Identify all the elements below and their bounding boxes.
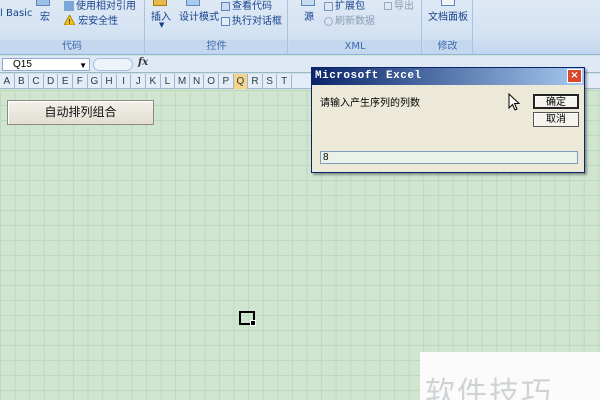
macro-security-button[interactable]: ! 宏安全性 [63, 12, 119, 28]
xml-source-icon [301, 0, 315, 6]
warning-icon: ! [63, 13, 76, 28]
group-label-code: 代码 [0, 40, 144, 53]
svg-text:!: ! [68, 18, 71, 25]
column-header-i[interactable]: I [117, 74, 132, 89]
dialog-title: Microsoft Excel [315, 70, 422, 82]
refresh-data-label: 刷新数据 [335, 16, 375, 27]
column-header-k[interactable]: K [146, 74, 161, 89]
refresh-data-button[interactable]: 刷新数据 [324, 12, 375, 27]
relative-reference-button[interactable]: 使用相对引用 [64, 0, 136, 12]
export-button[interactable]: 导出 [384, 0, 414, 12]
run-dialog-button[interactable]: 执行对话框 [221, 12, 282, 27]
mouse-pointer-icon [508, 93, 520, 111]
visual-basic-button[interactable]: l Basic [0, 8, 32, 19]
xml-source-button[interactable]: 源 [304, 8, 314, 23]
expansion-pack-label: 扩展包 [335, 1, 365, 12]
group-label-xml: XML [289, 40, 421, 53]
column-header-c[interactable]: C [29, 74, 44, 89]
design-mode-icon [186, 0, 200, 6]
column-header-n[interactable]: N [190, 74, 205, 89]
column-header-t[interactable]: T [277, 74, 292, 89]
dialog-titlebar[interactable]: Microsoft Excel × [312, 68, 584, 85]
column-header-o[interactable]: O [204, 74, 219, 89]
expansion-pack-icon [324, 1, 333, 11]
formula-bar-controls[interactable] [93, 58, 133, 71]
column-header-d[interactable]: D [44, 74, 59, 89]
design-mode-button[interactable]: 设计模式 [179, 8, 219, 23]
dialog-input-field[interactable]: 8 [320, 151, 578, 164]
column-header-h[interactable]: H [102, 74, 117, 89]
export-label: 导出 [394, 1, 414, 12]
view-code-button[interactable]: 查看代码 [221, 0, 272, 12]
column-header-b[interactable]: B [15, 74, 30, 89]
column-header-q[interactable]: Q [233, 74, 249, 89]
column-header-f[interactable]: F [73, 74, 88, 89]
ok-button[interactable]: 确定 [533, 94, 579, 109]
auto-arrange-combination-button[interactable]: 自动排列组合 [7, 100, 154, 125]
insert-function-icon[interactable]: fx [138, 57, 148, 68]
ribbon-group-controls: 插入 ▼ 设计模式 查看代码 执行对话框 控件 [146, 0, 288, 54]
ribbon: l Basic 宏 使用相对引用 ! 宏安全性 代码 插入 ▼ 设计模式 查看代… [0, 0, 600, 55]
column-header-j[interactable]: J [131, 74, 146, 89]
column-header-s[interactable]: S [263, 74, 278, 89]
chevron-down-icon[interactable]: ▼ [79, 60, 87, 71]
column-header-a[interactable]: A [0, 74, 15, 89]
relative-ref-label: 使用相对引用 [76, 1, 136, 12]
refresh-icon [324, 16, 333, 26]
macro-icon [36, 0, 50, 6]
column-header-e[interactable]: E [58, 74, 73, 89]
column-header-r[interactable]: R [248, 74, 263, 89]
macro-security-label: 宏安全性 [78, 16, 119, 27]
name-box[interactable]: Q15 ▼ [2, 58, 90, 71]
close-icon[interactable]: × [567, 69, 582, 83]
document-panel-icon [441, 0, 455, 6]
relative-ref-icon [64, 1, 74, 11]
ribbon-group-code: l Basic 宏 使用相对引用 ! 宏安全性 代码 [0, 0, 145, 54]
dialog-prompt: 请输入产生序列的列数 [320, 98, 420, 109]
insert-dropdown-icon[interactable]: ▼ [159, 21, 164, 29]
column-header-g[interactable]: G [88, 74, 103, 89]
insert-controls-icon [153, 0, 167, 6]
run-dialog-icon [221, 16, 230, 26]
expansion-pack-button[interactable]: 扩展包 [324, 0, 365, 12]
group-label-controls: 控件 [146, 40, 287, 53]
run-dialog-label: 执行对话框 [232, 16, 282, 27]
column-header-p[interactable]: P [219, 74, 234, 89]
column-header-l[interactable]: L [161, 74, 176, 89]
watermark-text: 软件技巧 [425, 376, 553, 400]
document-panel-button[interactable]: 文档面板 [428, 8, 468, 23]
input-dialog: Microsoft Excel × 请输入产生序列的列数 确定 取消 8 [311, 67, 585, 173]
view-code-label: 查看代码 [232, 1, 272, 12]
group-label-modify: 修改 [423, 40, 472, 53]
ribbon-group-modify: 文档面板 修改 [423, 0, 473, 54]
export-icon [384, 2, 392, 10]
cancel-button[interactable]: 取消 [533, 112, 579, 127]
column-header-m[interactable]: M [175, 74, 190, 89]
name-box-value: Q15 [13, 59, 32, 70]
macro-button[interactable]: 宏 [40, 8, 50, 23]
ribbon-group-xml: 源 扩展包 刷新数据 导出 XML [289, 0, 422, 54]
active-cell-q15[interactable] [239, 311, 256, 326]
view-code-icon [221, 1, 230, 11]
